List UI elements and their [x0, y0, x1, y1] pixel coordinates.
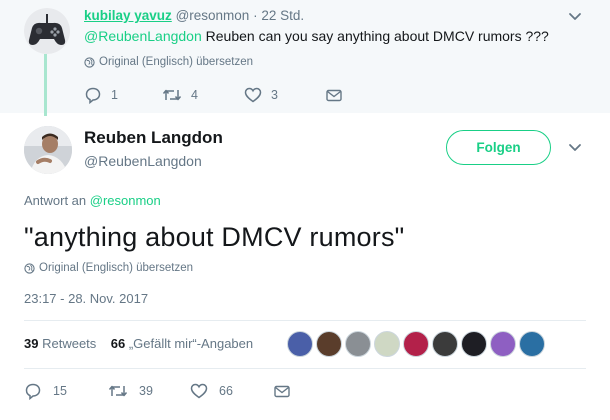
- avatar-liker-2[interactable]: [316, 331, 342, 357]
- parent-tweet[interactable]: kubilay yavuz @resonmon · 22 Std. @Reube…: [0, 0, 610, 116]
- parent-message-button[interactable]: [326, 89, 342, 102]
- avatar-liker-3[interactable]: [345, 331, 371, 357]
- main-retweet-button[interactable]: 39: [108, 383, 190, 399]
- divider-bottom: [24, 368, 586, 369]
- main-translate-label: Original (Englisch) übersetzen: [39, 262, 194, 274]
- parent-tweet-header: kubilay yavuz @resonmon · 22 Std.: [84, 8, 304, 23]
- profile-photo-icon: [24, 126, 72, 174]
- parent-translate-label: Original (Englisch) übersetzen: [99, 56, 254, 68]
- main-handle[interactable]: @ReubenLangdon: [84, 153, 202, 169]
- parent-reply-count: 1: [111, 88, 118, 102]
- retweet-stat-count: 39: [24, 336, 39, 351]
- avatar-liker-4[interactable]: [374, 331, 400, 357]
- heart-icon: [244, 87, 262, 103]
- divider-top: [24, 320, 586, 321]
- parent-retweet-button[interactable]: 4: [162, 87, 244, 103]
- retweet-stat-label: Retweets: [42, 336, 97, 351]
- like-stat-link[interactable]: 66 „Gefällt mir“-Angaben: [111, 336, 253, 351]
- like-stat-label: „Gefällt mir“-Angaben: [128, 336, 254, 351]
- main-chevron-down-icon[interactable]: [568, 143, 582, 153]
- avatar-liker-8[interactable]: [490, 331, 516, 357]
- main-reply-button[interactable]: 15: [24, 382, 108, 400]
- parent-reply-button[interactable]: 1: [84, 86, 162, 104]
- main-message-button[interactable]: [274, 385, 290, 398]
- gamepad-icon: [24, 8, 70, 54]
- reply-to-handle-link[interactable]: @resonmon: [90, 193, 161, 208]
- avatar-liker-1[interactable]: [287, 331, 313, 357]
- parent-like-button[interactable]: 3: [244, 87, 326, 103]
- avatar-liker-9[interactable]: [519, 331, 545, 357]
- reply-to-prefix: Antwort an: [24, 193, 90, 208]
- parent-avatar[interactable]: [24, 8, 70, 54]
- main-avatar[interactable]: [24, 126, 72, 174]
- envelope-icon: [326, 89, 342, 101]
- parent-time[interactable]: · 22 Std.: [253, 8, 304, 23]
- retweet-icon: [108, 385, 128, 397]
- main-like-count: 66: [219, 384, 233, 398]
- main-translate-link[interactable]: Original (Englisch) übersetzen: [24, 262, 193, 274]
- engagement-stats: 39 Retweets 66 „Gefällt mir“-Angaben: [24, 336, 253, 351]
- avatar-liker-5[interactable]: [403, 331, 429, 357]
- reply-icon: [25, 383, 41, 400]
- like-stat-count: 66: [110, 336, 126, 351]
- liker-avatars: [287, 331, 545, 357]
- retweet-icon: [162, 89, 182, 101]
- main-display-name[interactable]: Reuben Langdon: [84, 128, 223, 148]
- parent-handle[interactable]: @resonmon: [176, 8, 250, 23]
- parent-action-bar: 1 4 3: [84, 86, 342, 104]
- parent-display-name[interactable]: kubilay yavuz: [84, 8, 172, 23]
- parent-chevron-down-icon[interactable]: [568, 12, 582, 22]
- main-action-bar: 15 39 66: [24, 382, 290, 400]
- heart-icon: [190, 383, 208, 399]
- main-reply-count: 15: [53, 384, 67, 398]
- follow-button[interactable]: Folgen: [446, 130, 551, 165]
- globe-icon: [84, 56, 95, 68]
- parent-tweet-body: Reuben can you say anything about DMCV r…: [201, 28, 549, 44]
- globe-icon: [24, 262, 35, 274]
- retweet-stat-link[interactable]: 39 Retweets: [24, 336, 96, 351]
- envelope-icon: [274, 385, 290, 397]
- main-retweet-count: 39: [139, 384, 153, 398]
- thread-connector-line: [44, 54, 47, 116]
- parent-like-count: 3: [271, 88, 278, 102]
- parent-mention-link[interactable]: @ReubenLangdon: [84, 28, 202, 44]
- main-tweet-text: "anything about DMCV rumors": [24, 222, 405, 252]
- reply-to-line: Antwort an @resonmon: [24, 193, 161, 208]
- avatar-liker-6[interactable]: [432, 331, 458, 357]
- main-timestamp[interactable]: 23:17 - 28. Nov. 2017: [24, 291, 148, 306]
- parent-retweet-count: 4: [191, 88, 198, 102]
- reply-icon: [85, 87, 101, 104]
- main-like-button[interactable]: 66: [190, 383, 274, 399]
- avatar-liker-7[interactable]: [461, 331, 487, 357]
- parent-translate-link[interactable]: Original (Englisch) übersetzen: [84, 56, 253, 68]
- parent-tweet-text: @ReubenLangdon Reuben can you say anythi…: [84, 28, 549, 44]
